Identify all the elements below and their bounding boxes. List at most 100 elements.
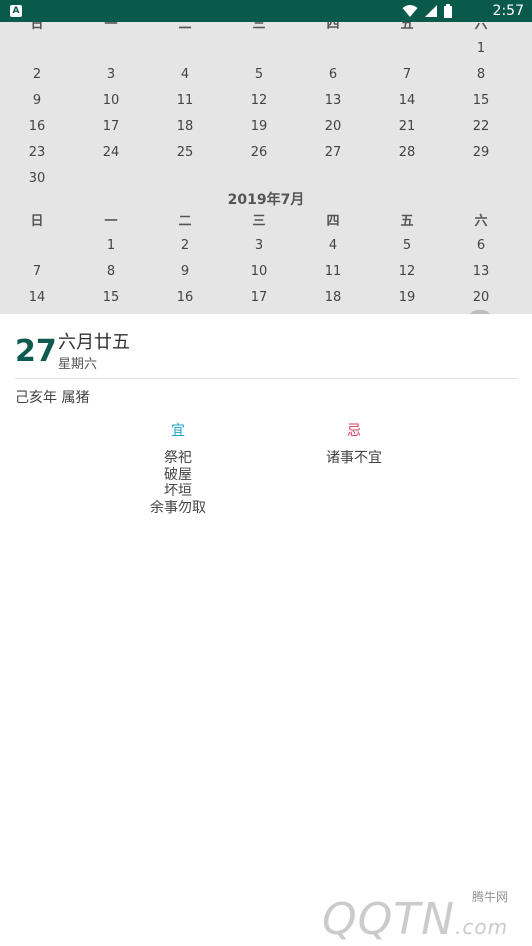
day-cell[interactable]: 7 xyxy=(377,65,437,85)
day-cell[interactable]: 8 xyxy=(451,65,511,85)
calendar-panel[interactable]: 日 一 二 三 四 五 六 1 2 3 4 5 6 7 8 9 10 11 12… xyxy=(0,22,532,314)
day-cell[interactable]: 9 xyxy=(7,91,67,111)
day-cell[interactable]: 1 xyxy=(81,236,141,256)
selected-day-number: 27 xyxy=(15,334,57,369)
weekday-label: 五 xyxy=(400,214,414,229)
week-row: 2 3 4 5 6 7 8 xyxy=(0,65,532,85)
day-cell[interactable]: 13 xyxy=(451,262,511,282)
list-item: 破屋 xyxy=(164,466,192,483)
week-row: 1 xyxy=(0,39,532,59)
day-cell[interactable]: 27 xyxy=(303,143,363,163)
weekday-label: 日 xyxy=(30,22,44,32)
day-cell[interactable]: 16 xyxy=(155,288,215,308)
weekday-label: 三 xyxy=(252,214,266,229)
status-time: 2:57 xyxy=(492,3,524,19)
day-cell[interactable]: 12 xyxy=(229,91,289,111)
watermark-logo: QQTN.com xyxy=(322,894,509,945)
weekday-label: 二 xyxy=(178,214,192,229)
day-cell[interactable]: 6 xyxy=(303,65,363,85)
day-cell[interactable]: 18 xyxy=(303,288,363,308)
day-cell[interactable]: 19 xyxy=(377,288,437,308)
day-cell[interactable]: 7 xyxy=(7,262,67,282)
day-cell[interactable]: 11 xyxy=(155,91,215,111)
day-cell[interactable]: 15 xyxy=(81,288,141,308)
day-cell[interactable]: 2 xyxy=(7,65,67,85)
list-item: 诸事不宜 xyxy=(326,450,382,466)
weekday-header-july: 日 一 二 三 四 五 六 xyxy=(0,212,532,232)
week-row: 7 8 9 10 11 12 13 xyxy=(0,262,532,282)
day-cell[interactable]: 18 xyxy=(155,117,215,137)
week-row: 1 2 3 4 5 6 xyxy=(0,236,532,256)
day-cell[interactable]: 26 xyxy=(229,143,289,163)
day-cell[interactable]: 17 xyxy=(229,288,289,308)
day-cell[interactable]: 14 xyxy=(7,288,67,308)
day-cell[interactable]: 23 xyxy=(7,143,67,163)
day-cell[interactable]: 5 xyxy=(229,65,289,85)
weekday-label: 六 xyxy=(474,22,488,32)
weekday-label: 一 xyxy=(104,214,118,229)
day-cell[interactable]: 25 xyxy=(155,143,215,163)
day-cell[interactable]: 3 xyxy=(229,236,289,256)
list-item: 祭祀 xyxy=(164,450,192,466)
weekday-label: 日 xyxy=(30,214,44,229)
weekday-header-june: 日 一 二 三 四 五 六 xyxy=(0,22,532,35)
list-item: 坏垣 xyxy=(164,483,192,499)
system-icons xyxy=(402,4,452,18)
weekday-label: 三 xyxy=(252,22,266,32)
day-cell[interactable]: 16 xyxy=(7,117,67,137)
day-cell[interactable]: 15 xyxy=(451,91,511,111)
day-cell[interactable]: 13 xyxy=(303,91,363,111)
day-detail-panel: 27 六月廿五 星期六 己亥年 属猪 宜 忌 祭祀 破屋 坏垣 余事勿取 诸事不… xyxy=(0,314,532,946)
day-cell[interactable]: 10 xyxy=(81,91,141,111)
ji-label: 忌 xyxy=(347,423,361,439)
day-cell[interactable]: 29 xyxy=(451,143,511,163)
weekday-label: 一 xyxy=(104,22,118,32)
day-cell[interactable]: 19 xyxy=(229,117,289,137)
day-cell[interactable]: 5 xyxy=(377,236,437,256)
day-cell[interactable]: 28 xyxy=(377,143,437,163)
day-cell[interactable]: 10 xyxy=(229,262,289,282)
weekday-label: 五 xyxy=(400,22,414,32)
day-cell[interactable]: 24 xyxy=(81,143,141,163)
battery-icon xyxy=(444,4,452,18)
divider xyxy=(15,378,517,379)
week-row: 9 10 11 12 13 14 15 xyxy=(0,91,532,111)
day-cell[interactable]: 2 xyxy=(155,236,215,256)
month-title: 2019年7月 xyxy=(227,192,305,208)
day-cell[interactable]: 20 xyxy=(451,288,511,308)
day-cell[interactable]: 9 xyxy=(155,262,215,282)
day-cell[interactable]: 1 xyxy=(451,39,511,59)
weekday-label: 四 xyxy=(326,22,340,32)
day-cell[interactable]: 4 xyxy=(155,65,215,85)
weekday-text: 星期六 xyxy=(58,357,98,372)
status-bar: A 2:57 xyxy=(0,0,532,22)
lunar-date: 六月廿五 xyxy=(58,332,130,353)
week-row: 16 17 18 19 20 21 22 xyxy=(0,117,532,137)
yi-list: 祭祀 破屋 坏垣 余事勿取 xyxy=(118,450,238,516)
week-row: 30 xyxy=(0,169,532,189)
day-cell[interactable]: 4 xyxy=(303,236,363,256)
weekday-label: 二 xyxy=(178,22,192,32)
day-cell[interactable]: 20 xyxy=(303,117,363,137)
day-cell[interactable]: 6 xyxy=(451,236,511,256)
week-row: 23 24 25 26 27 28 29 xyxy=(0,143,532,163)
weekday-label: 四 xyxy=(326,214,340,229)
app-notification-icon: A xyxy=(10,5,22,17)
list-item: 余事勿取 xyxy=(150,499,206,516)
watermark: 腾牛网 QQTN.com xyxy=(322,888,532,946)
day-cell[interactable]: 30 xyxy=(7,169,67,189)
zodiac-year: 己亥年 属猪 xyxy=(15,390,90,406)
day-cell[interactable]: 17 xyxy=(81,117,141,137)
week-row: 14 15 16 17 18 19 20 xyxy=(0,288,532,308)
day-cell[interactable]: 3 xyxy=(81,65,141,85)
signal-icon xyxy=(425,5,437,17)
ji-list: 诸事不宜 xyxy=(294,450,414,467)
day-cell[interactable]: 14 xyxy=(377,91,437,111)
wifi-icon xyxy=(402,5,418,17)
day-cell[interactable]: 22 xyxy=(451,117,511,137)
day-cell[interactable]: 21 xyxy=(377,117,437,137)
weekday-label: 六 xyxy=(474,214,488,229)
day-cell[interactable]: 11 xyxy=(303,262,363,282)
day-cell[interactable]: 12 xyxy=(377,262,437,282)
day-cell[interactable]: 8 xyxy=(81,262,141,282)
